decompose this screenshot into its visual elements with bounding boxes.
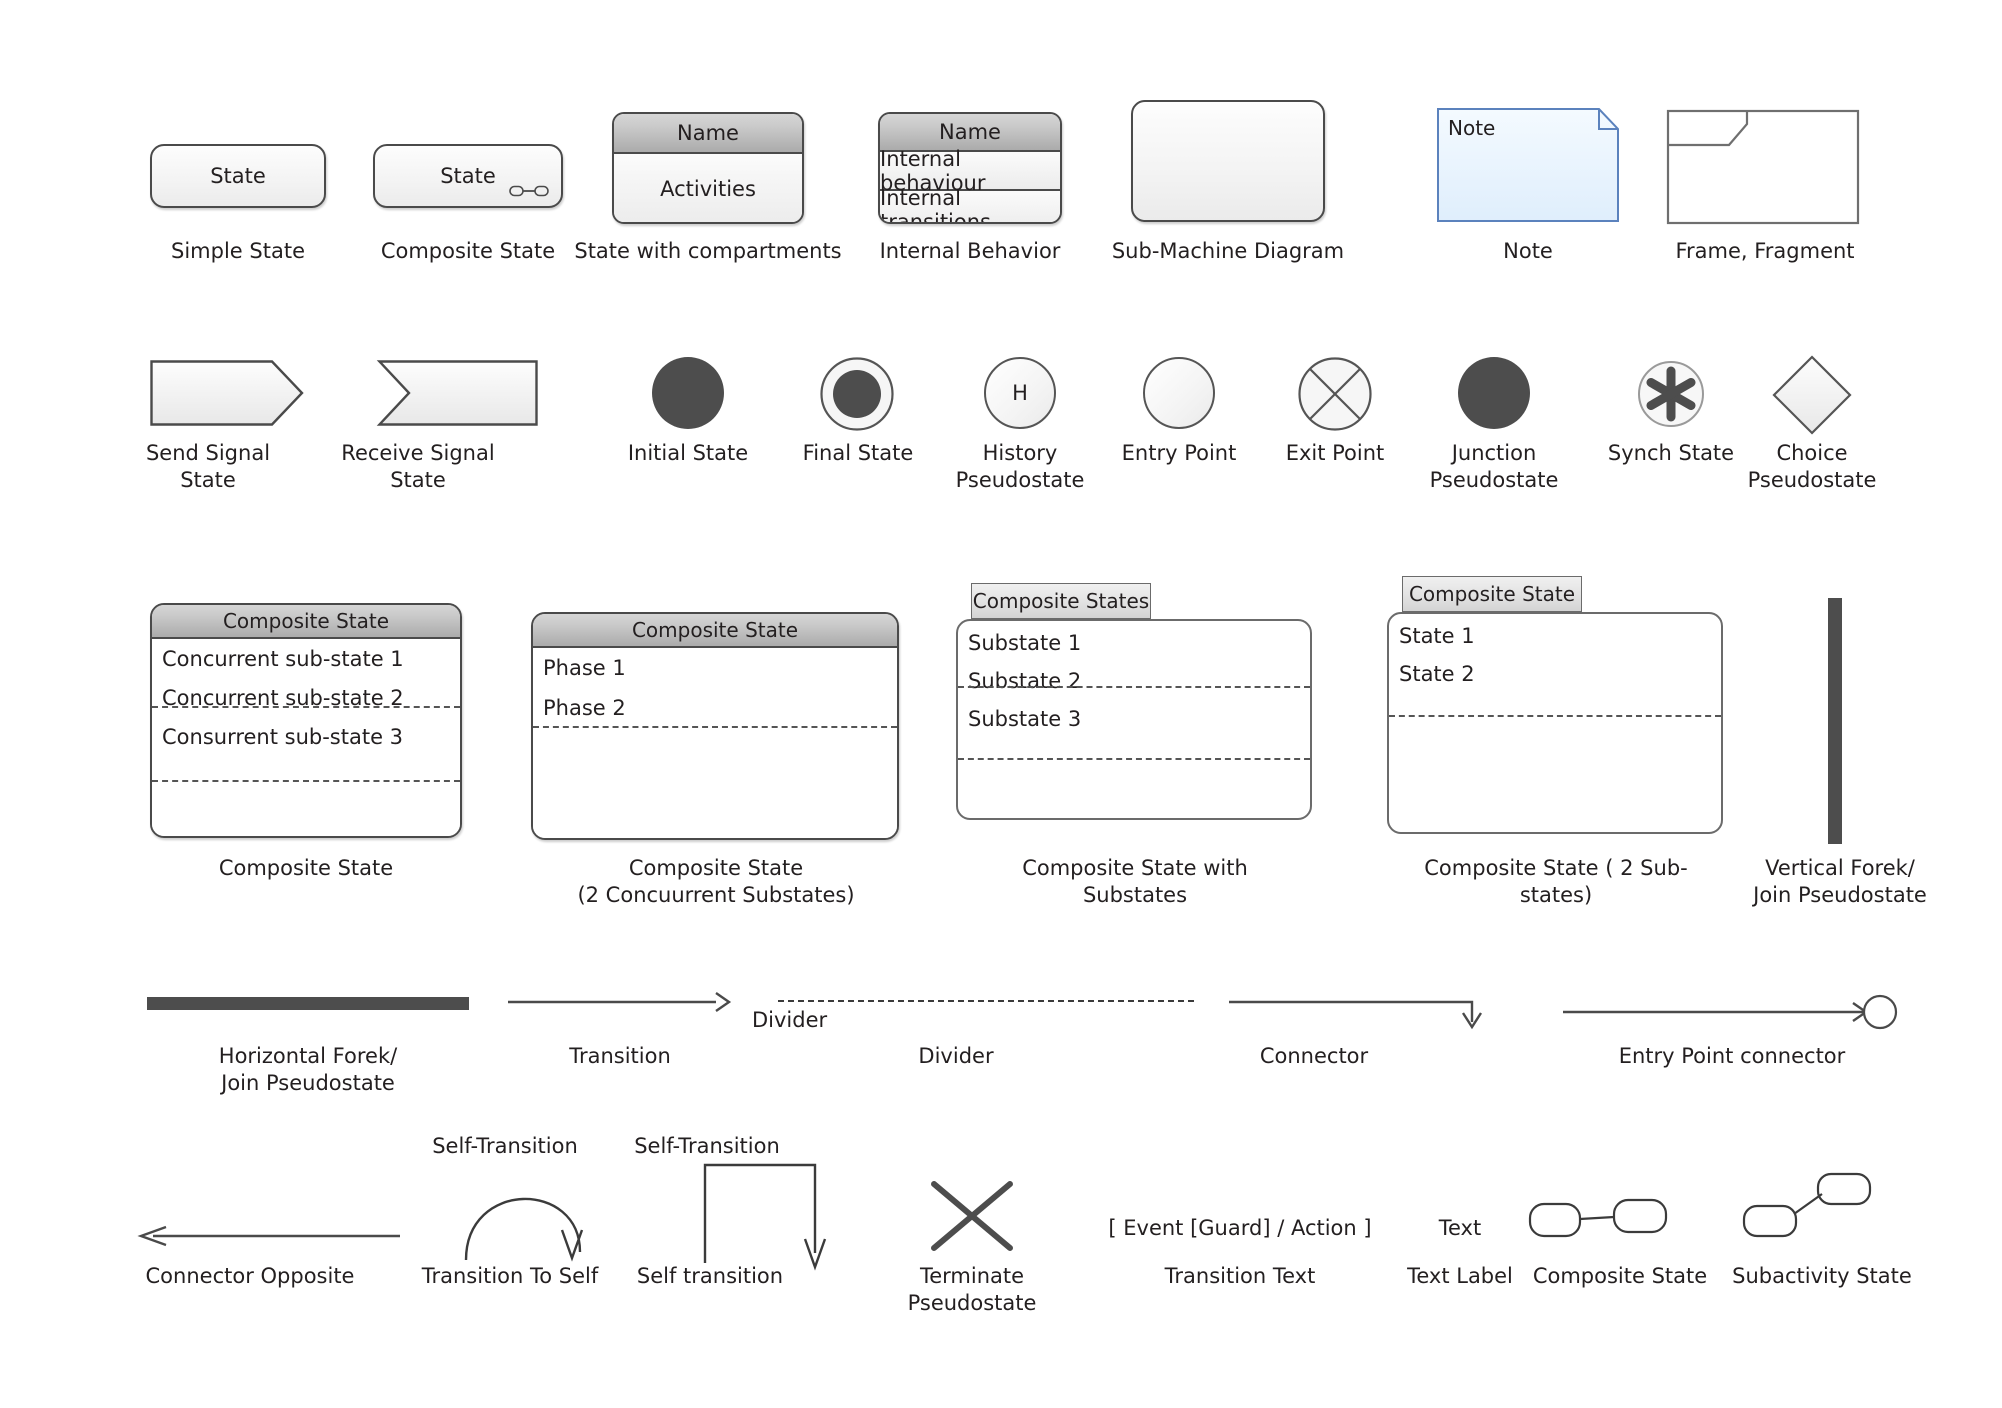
cs2s-header: Composite State bbox=[1408, 582, 1576, 606]
caption-self-transition: Self transition bbox=[636, 1264, 784, 1288]
history-pseudostate-label: H bbox=[1012, 381, 1028, 405]
state-compartments-header: Name bbox=[614, 114, 802, 154]
shape-transition[interactable] bbox=[508, 988, 732, 1016]
cs2c-header: Composite State bbox=[533, 614, 897, 648]
caption-choice-pseudostate: Choice Pseudostate bbox=[1747, 441, 1877, 492]
transition-to-self-inline-label: Self-Transition bbox=[432, 1134, 578, 1158]
self-transition-inline-label: Self-Transition bbox=[634, 1134, 780, 1158]
caption-connector: Connector bbox=[1259, 1044, 1369, 1068]
cs3-divider-2 bbox=[152, 780, 460, 782]
divider-inline-label: Divider bbox=[752, 1008, 828, 1032]
transition-text-sample: [ Event [Guard] / Action ] bbox=[1108, 1216, 1372, 1240]
caption-entry-point-connector: Entry Point connector bbox=[1618, 1044, 1846, 1068]
shape-horizontal-fork-join-pseudostate[interactable] bbox=[147, 997, 469, 1010]
shape-entry-point-connector[interactable] bbox=[1563, 988, 1903, 1030]
shape-transition-to-self[interactable] bbox=[458, 1160, 588, 1270]
simple-state-label: State bbox=[210, 164, 266, 188]
cs2s-divider-1 bbox=[1389, 715, 1721, 717]
shape-composite-2sub-tab[interactable]: Composite State bbox=[1402, 576, 1582, 612]
cs3-substate-3: Consurrent sub-state 3 bbox=[162, 725, 404, 749]
shape-composite-state-2-concurrent[interactable]: Composite State Phase 1 Phase 2 bbox=[531, 612, 899, 840]
caption-composite-state-icon: Composite State bbox=[1532, 1264, 1708, 1288]
css-divider-2 bbox=[958, 758, 1310, 760]
shape-frame-fragment[interactable] bbox=[1666, 109, 1860, 225]
caption-junction-pseudostate: Junction Pseudostate bbox=[1429, 441, 1559, 492]
composite-state-icon bbox=[509, 183, 549, 199]
cs2c-substate-1: Phase 1 bbox=[543, 656, 626, 680]
shape-send-signal-state[interactable] bbox=[150, 360, 304, 426]
shape-composite-state-icon[interactable] bbox=[1528, 1192, 1668, 1238]
composite-state-small-label: State bbox=[440, 164, 496, 188]
caption-divider: Divider bbox=[918, 1044, 994, 1068]
shape-choice-pseudostate[interactable] bbox=[1772, 355, 1852, 435]
shape-entry-point[interactable] bbox=[1143, 357, 1215, 429]
shape-state-with-compartments[interactable]: Name Activities bbox=[612, 112, 804, 224]
caption-composite-state-2-substates: Composite State ( 2 Sub-states) bbox=[1424, 856, 1688, 907]
caption-composite-state-3-concurrent: Composite State bbox=[218, 856, 394, 880]
shape-final-state[interactable] bbox=[820, 357, 894, 431]
state-compartments-body: Activities bbox=[614, 154, 802, 222]
cs2s-substate-2: State 2 bbox=[1399, 662, 1475, 686]
cs3-substate-1: Concurrent sub-state 1 bbox=[162, 647, 404, 671]
note-label: Note bbox=[1448, 116, 1496, 140]
cs3-divider-1 bbox=[152, 706, 460, 708]
shape-composite-substates-tab[interactable]: Composite States bbox=[971, 583, 1151, 619]
caption-composite-state-small: Composite State bbox=[380, 239, 556, 263]
shape-connector-opposite[interactable] bbox=[137, 1222, 400, 1250]
shape-synch-state[interactable] bbox=[1637, 360, 1705, 428]
caption-terminate-pseudostate: Terminate Pseudostate bbox=[907, 1264, 1037, 1315]
cs3-substate-2: Concurrent sub-state 2 bbox=[162, 686, 404, 710]
shape-composite-state-with-substates[interactable]: Substate 1 Substate 2 Substate 3 bbox=[956, 619, 1312, 820]
shape-subactivity-state[interactable] bbox=[1742, 1172, 1872, 1238]
caption-transition-text: Transition Text bbox=[1164, 1264, 1316, 1288]
caption-subactivity-state: Subactivity State bbox=[1732, 1264, 1912, 1288]
shape-junction-pseudostate[interactable] bbox=[1458, 357, 1530, 429]
cs2c-divider-1 bbox=[533, 726, 897, 728]
shape-divider[interactable] bbox=[778, 1000, 1194, 1002]
caption-receive-signal-state: Receive Signal State bbox=[341, 441, 495, 492]
cs2s-substate-1: State 1 bbox=[1399, 624, 1475, 648]
shape-composite-state-3-concurrent[interactable]: Composite State Concurrent sub-state 1 C… bbox=[150, 603, 462, 838]
caption-state-with-compartments: State with compartments bbox=[574, 239, 842, 263]
css-divider-1 bbox=[958, 686, 1310, 688]
css-substate-3: Substate 3 bbox=[968, 707, 1082, 731]
cs2c-substate-2: Phase 2 bbox=[543, 696, 626, 720]
css-substate-1: Substate 1 bbox=[968, 631, 1082, 655]
shape-initial-state[interactable] bbox=[652, 357, 724, 429]
shape-composite-state-2-substates[interactable]: State 1 State 2 bbox=[1387, 612, 1723, 834]
caption-transition: Transition bbox=[569, 1044, 671, 1068]
caption-frame-fragment: Frame, Fragment bbox=[1675, 239, 1855, 263]
caption-horizontal-fork-join: Horizontal Forek/ Join Pseudostate bbox=[218, 1044, 398, 1095]
shape-exit-point[interactable] bbox=[1298, 357, 1372, 431]
caption-sub-machine-diagram: Sub-Machine Diagram bbox=[1111, 239, 1345, 263]
caption-composite-state-with-substates: Composite State with Substates bbox=[1022, 856, 1248, 907]
caption-connector-opposite: Connector Opposite bbox=[145, 1264, 355, 1288]
shape-terminate-pseudostate[interactable] bbox=[930, 1180, 1014, 1252]
text-label-sample: Text bbox=[1438, 1216, 1482, 1240]
shape-connector[interactable] bbox=[1229, 988, 1483, 1030]
caption-composite-state-2-concurrent: Composite State (2 Concuurrent Substates… bbox=[577, 856, 855, 907]
shape-internal-behavior[interactable]: Name Internal behaviour Internal transit… bbox=[878, 112, 1062, 224]
shape-receive-signal-state[interactable] bbox=[376, 360, 538, 426]
caption-internal-behavior: Internal Behavior bbox=[879, 239, 1061, 263]
caption-send-signal-state: Send Signal State bbox=[145, 441, 271, 492]
shape-sub-machine-diagram[interactable] bbox=[1131, 100, 1325, 222]
css-header: Composite States bbox=[972, 589, 1150, 613]
shape-library-canvas: State Simple State State Composite State… bbox=[0, 0, 2002, 1408]
shape-vertical-fork-join-pseudostate[interactable] bbox=[1828, 598, 1842, 844]
shape-self-transition[interactable] bbox=[703, 1163, 827, 1273]
shape-note[interactable]: Note bbox=[1437, 108, 1619, 222]
internal-behavior-row-2: Internal transitions bbox=[880, 186, 1060, 222]
cs3-header: Composite State bbox=[152, 605, 460, 639]
shape-simple-state[interactable]: State bbox=[150, 144, 326, 208]
shape-composite-state-small[interactable]: State bbox=[373, 144, 563, 208]
caption-vertical-fork-join: Vertical Forek/ Join Pseudostate bbox=[1753, 856, 1927, 907]
shape-history-pseudostate[interactable]: H bbox=[984, 357, 1056, 429]
